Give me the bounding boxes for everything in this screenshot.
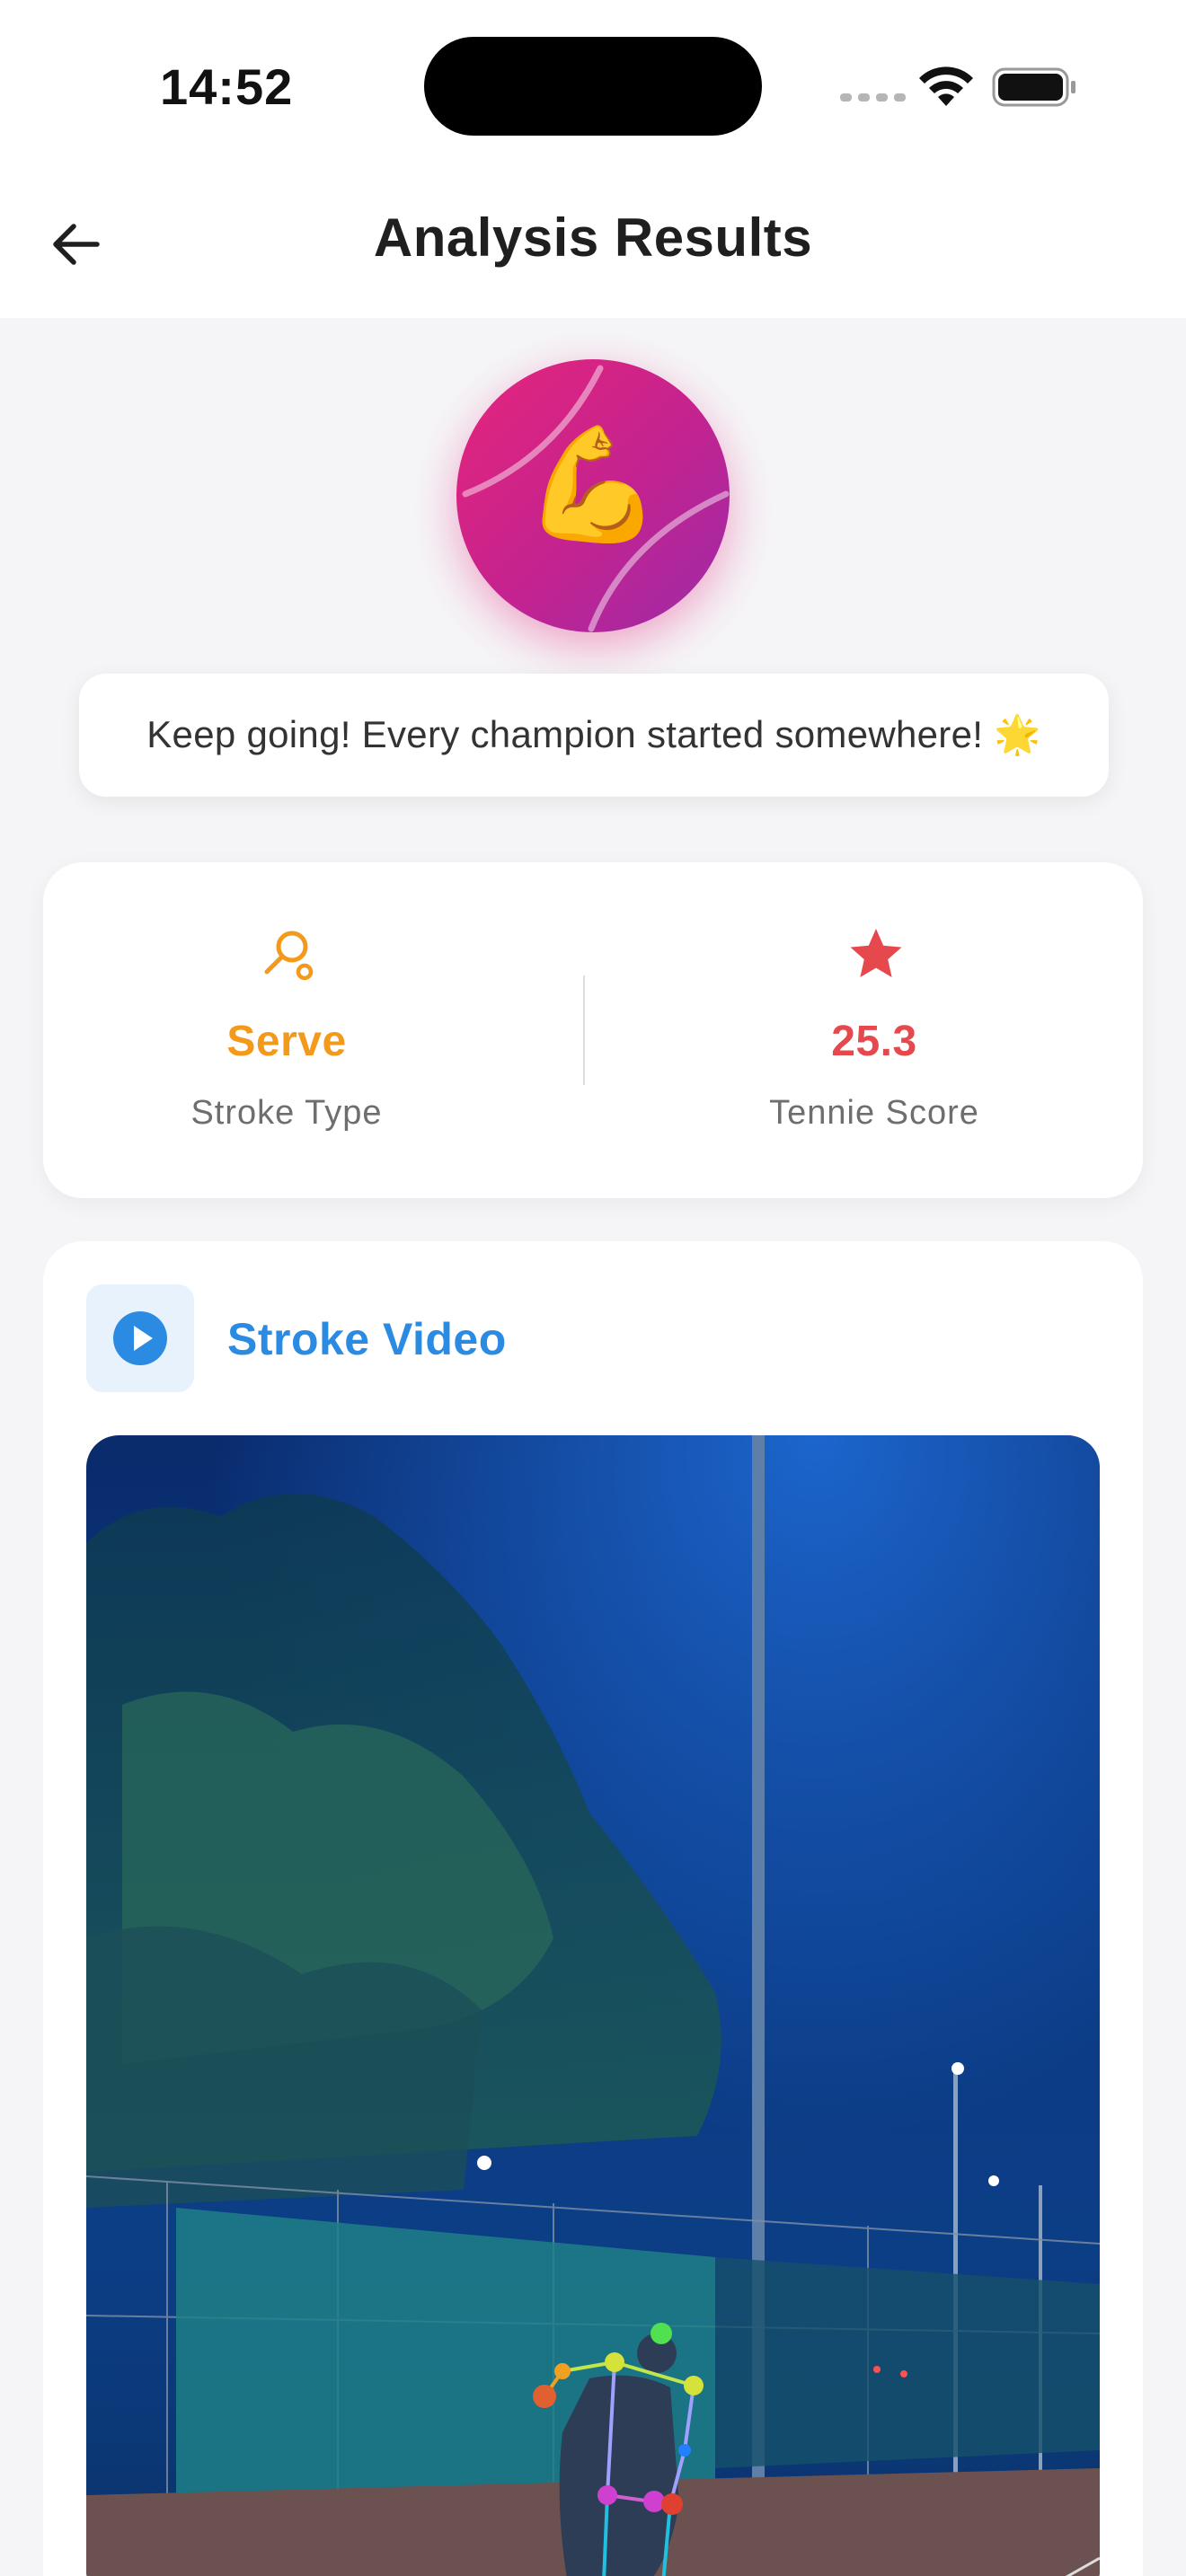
star-icon — [850, 929, 902, 977]
stroke-type-value: Serve — [226, 1018, 347, 1065]
video-header-icon — [86, 1284, 194, 1392]
racket-icon — [264, 931, 314, 981]
flexed-biceps-emoji: 💪 — [523, 423, 663, 547]
stats-divider — [583, 975, 585, 1085]
stroke-type-stat: Serve Stroke Type — [43, 862, 530, 1198]
battery-icon — [992, 67, 1075, 107]
play-circle-icon — [113, 1311, 167, 1365]
page-title: Analysis Results — [373, 207, 813, 268]
video-frame-image — [86, 1435, 1100, 2576]
motivation-card: Keep going! Every champion started somew… — [79, 674, 1109, 797]
stroke-type-label: Stroke Type — [190, 1094, 383, 1132]
wifi-icon — [919, 66, 973, 106]
video-card: Stroke Video — [43, 1241, 1143, 2576]
video-title: Stroke Video — [227, 1314, 507, 1364]
stats-card: Serve Stroke Type 25.3 Tennie Score — [43, 862, 1143, 1198]
motivation-text: Keep going! Every champion started somew… — [146, 713, 1041, 755]
score-value: 25.3 — [831, 1018, 917, 1065]
hero-badge: 💪 — [456, 359, 730, 632]
nav-bar: Analysis Results — [0, 171, 1186, 318]
score-label: Tennie Score — [769, 1094, 979, 1132]
status-bar: 14:52 — [0, 0, 1186, 171]
cellular-signal-icon — [840, 93, 906, 101]
status-time: 14:52 — [160, 58, 294, 115]
stroke-video-player[interactable] — [86, 1435, 1100, 2576]
dynamic-island — [424, 37, 762, 136]
score-stat: 25.3 Tennie Score — [631, 862, 1118, 1198]
